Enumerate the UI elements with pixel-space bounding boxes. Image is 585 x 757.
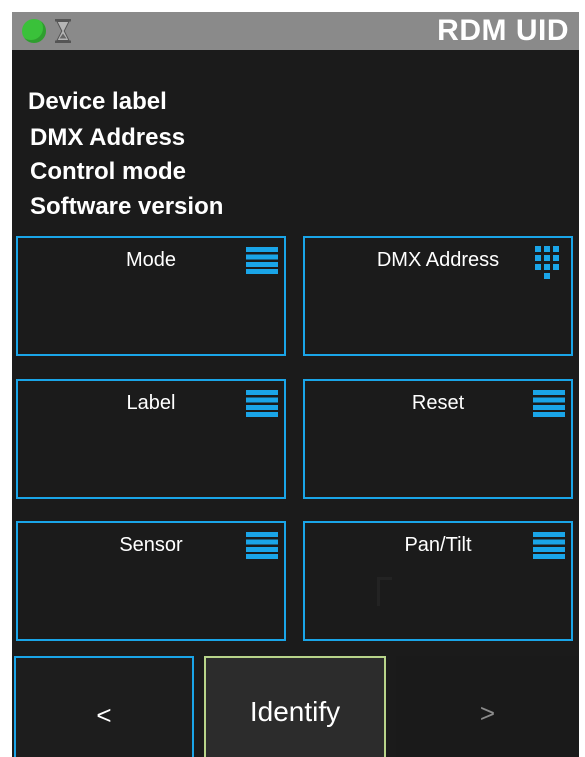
dmx-address-line: DMX Address <box>30 124 186 151</box>
screen-title: RDM UID <box>437 14 569 47</box>
identify-button-label: Identify <box>249 696 341 727</box>
hourglass-icon <box>55 19 71 43</box>
previous-button[interactable]: < <box>14 656 194 757</box>
menu-icon <box>246 532 278 559</box>
control-mode-line: Control mode <box>30 158 186 185</box>
dmx-address-tile[interactable]: DMX Address <box>303 236 573 356</box>
device-label-line: Device label <box>28 88 167 115</box>
next-button-label: > <box>479 698 496 728</box>
identify-button[interactable]: Identify <box>204 656 386 757</box>
label-tile-label: Label <box>126 392 176 414</box>
device-info-panel: Device label DMX Address Control mode So… <box>12 50 579 236</box>
label-tile[interactable]: Label <box>16 379 286 499</box>
pan-tilt-tile-label: Pan/Tilt <box>404 534 472 556</box>
reset-tile[interactable]: Reset <box>303 379 573 499</box>
reset-tile-label: Reset <box>411 392 465 414</box>
mode-tile-label: Mode <box>125 249 177 271</box>
mode-tile[interactable]: Mode <box>16 236 286 356</box>
pan-tilt-tile[interactable]: Pan/Tilt <box>303 521 573 641</box>
status-indicator-icon <box>22 19 46 43</box>
pan-tilt-mark <box>377 577 392 606</box>
previous-button-label: < <box>96 700 112 730</box>
menu-icon <box>246 390 278 417</box>
software-version-line: Software version <box>30 193 224 220</box>
sensor-tile[interactable]: Sensor <box>16 521 286 641</box>
menu-icon <box>246 247 278 274</box>
next-button[interactable]: > <box>396 656 579 757</box>
menu-icon <box>533 390 565 417</box>
keypad-icon <box>535 246 559 279</box>
device-screen: RDM UID Device label DMX Address Control… <box>12 12 579 757</box>
status-bar: RDM UID <box>12 12 579 50</box>
dmx-address-tile-label: DMX Address <box>376 249 500 271</box>
menu-icon <box>533 532 565 559</box>
sensor-tile-label: Sensor <box>119 534 183 556</box>
